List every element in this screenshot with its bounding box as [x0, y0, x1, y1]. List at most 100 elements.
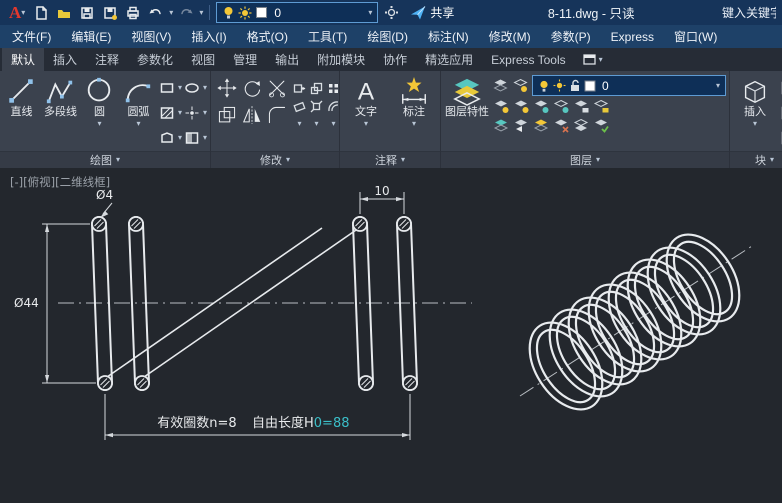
- hatch-icon: [161, 106, 174, 119]
- dimension-button[interactable]: 标注 ▾: [392, 74, 436, 151]
- point-tool-button[interactable]: [184, 104, 201, 121]
- menu-item-window[interactable]: 窗口(W): [664, 25, 727, 48]
- mirror-button[interactable]: [239, 101, 264, 128]
- layer-merge-button[interactable]: [572, 117, 589, 134]
- chevron-down-icon[interactable]: ▾: [178, 83, 182, 92]
- panel-label-draw[interactable]: 绘图 ▾: [0, 151, 210, 168]
- erase-button[interactable]: [291, 97, 308, 115]
- chevron-down-icon[interactable]: ▾: [203, 133, 207, 142]
- layer-current-button[interactable]: [592, 117, 609, 134]
- menu-item-draw[interactable]: 绘图(D): [357, 25, 418, 48]
- stretch-button[interactable]: [291, 79, 308, 97]
- scale-button[interactable]: [308, 79, 325, 97]
- panel-label-modify[interactable]: 修改 ▾: [211, 151, 339, 168]
- unlock-icon: [571, 79, 579, 91]
- layer-isolate-button[interactable]: [512, 77, 529, 94]
- chevron-down-icon[interactable]: ▾: [178, 133, 182, 142]
- layer-off-button[interactable]: [492, 98, 509, 115]
- layer-thaw-icon: [553, 99, 568, 113]
- circle-button[interactable]: 圆 ▾: [81, 74, 118, 151]
- save-as-button[interactable]: [100, 3, 120, 23]
- open-file-button[interactable]: [54, 3, 74, 23]
- tab-featured-apps[interactable]: 精选应用: [416, 48, 482, 71]
- line-button[interactable]: 直线: [3, 74, 40, 151]
- chevron-down-icon: ▾: [769, 155, 774, 164]
- insert-block-button[interactable]: 插入 ▾: [733, 74, 777, 151]
- tab-manage[interactable]: 管理: [224, 48, 266, 71]
- polyline-button[interactable]: 多段线: [42, 74, 79, 151]
- panel-label-block[interactable]: 块 ▾: [730, 151, 782, 168]
- trim-button[interactable]: [264, 74, 289, 101]
- menu-item-tools[interactable]: 工具(T): [298, 25, 357, 48]
- region-tool-button[interactable]: [159, 129, 176, 146]
- menu-item-view[interactable]: 视图(V): [121, 25, 181, 48]
- panel-label-layers[interactable]: 图层 ▾: [441, 151, 729, 168]
- chevron-down-icon[interactable]: ▾: [203, 83, 207, 92]
- gradient-tool-button[interactable]: [184, 129, 201, 146]
- chevron-down-icon: ▾: [97, 118, 102, 128]
- menu-item-express[interactable]: Express: [601, 25, 664, 48]
- infocenter-search[interactable]: 键入关键字: [722, 4, 776, 21]
- qat-layer-combo[interactable]: 0 ▾: [216, 2, 379, 23]
- save-button[interactable]: [77, 3, 97, 23]
- move-button[interactable]: [214, 74, 239, 101]
- layer-match-button[interactable]: [492, 117, 509, 134]
- text-button[interactable]: A 文字 ▾: [344, 74, 388, 151]
- customize-qat-button[interactable]: [381, 3, 401, 23]
- model-space-canvas[interactable]: [-][俯视][二维线框] Ø4 10 Ø44 有效圈数n=8 自由长度H0=8…: [0, 168, 782, 503]
- rotate-button[interactable]: [239, 74, 264, 101]
- chevron-down-icon[interactable]: ▾: [199, 8, 203, 17]
- menu-item-file[interactable]: 文件(F): [2, 25, 61, 48]
- menu-item-edit[interactable]: 编辑(E): [61, 25, 121, 48]
- viewport-controls[interactable]: [-][俯视][二维线框]: [10, 175, 110, 189]
- ribbon-display-toggle[interactable]: ▾: [575, 48, 611, 71]
- layer-dropdown[interactable]: 0 ▾: [532, 75, 726, 96]
- menu-item-insert[interactable]: 插入(I): [181, 25, 236, 48]
- menu-item-modify[interactable]: 修改(M): [479, 25, 541, 48]
- tab-parametric[interactable]: 参数化: [128, 48, 182, 71]
- redo-button[interactable]: [176, 3, 196, 23]
- chevron-down-icon[interactable]: ▾: [203, 108, 207, 117]
- explode-button[interactable]: [308, 97, 325, 115]
- panel-modify: ▾ ▾ ▾ 修改 ▾: [211, 71, 340, 168]
- chevron-down-icon[interactable]: ▾: [169, 8, 173, 17]
- tab-output[interactable]: 输出: [266, 48, 308, 71]
- ellipse-tool-button[interactable]: [184, 79, 201, 96]
- fillet-button[interactable]: [264, 101, 289, 128]
- layer-properties-button[interactable]: 图层特性: [444, 74, 490, 151]
- menu-item-parametric[interactable]: 参数(P): [541, 25, 601, 48]
- arc-button[interactable]: 圆弧 ▾: [120, 74, 157, 151]
- panel-label-annotation[interactable]: 注释 ▾: [340, 151, 440, 168]
- print-button[interactable]: [123, 3, 143, 23]
- chevron-down-icon[interactable]: ▾: [178, 108, 182, 117]
- chevron-down-icon[interactable]: ▾: [291, 115, 308, 133]
- undo-button[interactable]: [146, 3, 166, 23]
- chevron-down-icon: ▾: [368, 7, 373, 17]
- tab-home[interactable]: 默认: [2, 48, 45, 71]
- tab-annotate[interactable]: 注释: [86, 48, 128, 71]
- copy-button[interactable]: [214, 101, 239, 128]
- menu-item-dimension[interactable]: 标注(N): [418, 25, 479, 48]
- layer-lock-button[interactable]: [572, 98, 589, 115]
- new-file-button[interactable]: [31, 3, 51, 23]
- tab-view[interactable]: 视图: [182, 48, 224, 71]
- menu-item-format[interactable]: 格式(O): [237, 25, 298, 48]
- app-menu-button[interactable]: A ▾: [6, 3, 28, 23]
- layer-walk-button[interactable]: [532, 117, 549, 134]
- tab-collaborate[interactable]: 协作: [374, 48, 416, 71]
- layer-state-button[interactable]: [492, 77, 509, 94]
- layer-prev-button[interactable]: [512, 117, 529, 134]
- layer-merge-icon: [573, 118, 588, 131]
- layer-unlock-button[interactable]: [592, 98, 609, 115]
- rectangle-tool-button[interactable]: [159, 79, 176, 96]
- share-button[interactable]: 共享: [404, 4, 460, 21]
- tab-insert[interactable]: 插入: [44, 48, 86, 71]
- layer-freeze-button[interactable]: [532, 98, 549, 115]
- layer-thaw-button[interactable]: [552, 98, 569, 115]
- layer-delete-button[interactable]: [552, 117, 569, 134]
- chevron-down-icon[interactable]: ▾: [308, 115, 325, 133]
- hatch-tool-button[interactable]: [159, 104, 176, 121]
- tab-addins[interactable]: 附加模块: [308, 48, 374, 71]
- layer-on-button[interactable]: [512, 98, 529, 115]
- tab-express-tools[interactable]: Express Tools: [482, 48, 574, 71]
